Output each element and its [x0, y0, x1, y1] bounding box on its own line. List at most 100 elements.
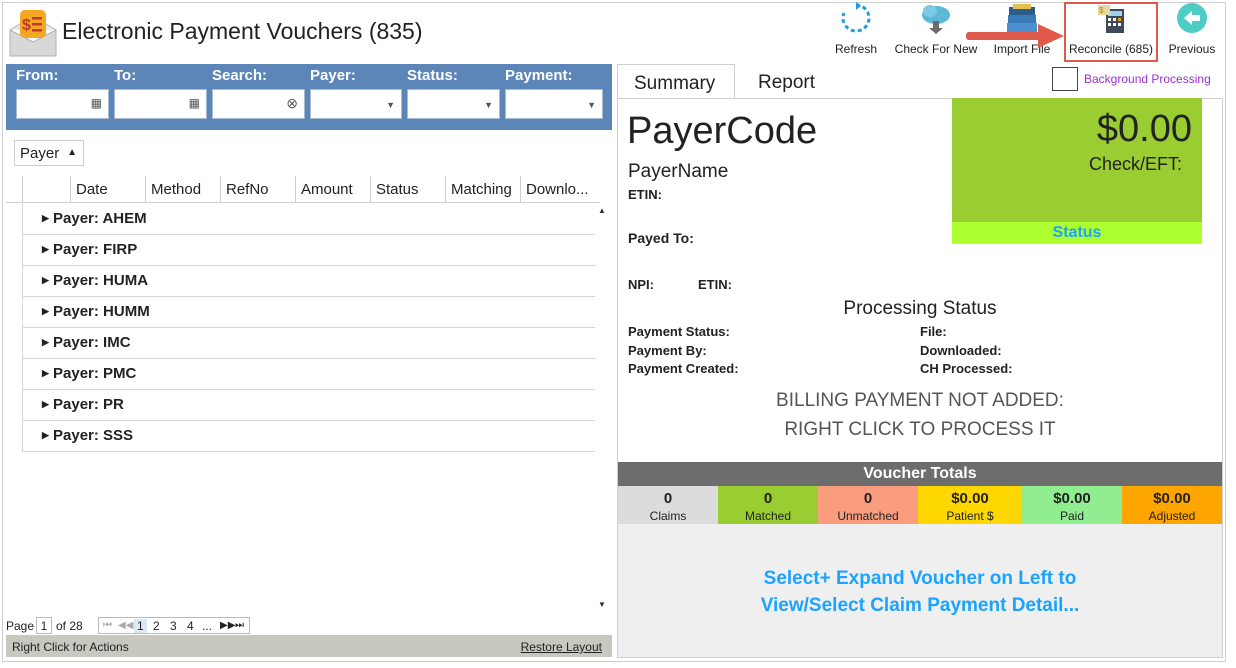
expand-icon[interactable]: ▶ [42, 213, 49, 224]
check-eft-label: Check/EFT: [1088, 154, 1182, 174]
reconcile-label: Reconcile (685) [1068, 42, 1154, 56]
total-matched: 0 Matched [718, 486, 818, 524]
total-patient: $0.00 Patient $ [918, 486, 1022, 524]
to-label: To: [114, 67, 137, 84]
scroll-up-icon[interactable]: ▲ [598, 206, 606, 215]
page-link-4[interactable]: 4 [187, 619, 194, 633]
pager: Page 1 of 28 ⏮ ◀◀ 1 2 3 4 ... ▶▶ ⏭ [6, 617, 306, 635]
payment-label: Payment: [505, 67, 573, 84]
app-logo-icon: $ [8, 8, 58, 58]
refresh-label: Refresh [834, 42, 878, 56]
restore-layout-link[interactable]: Restore Layout [521, 640, 602, 654]
column-refno[interactable]: RefNo [220, 176, 295, 202]
grid-scrollbar[interactable]: ▲ ▼ [596, 204, 610, 616]
pager-of-label: of 28 [56, 619, 83, 633]
table-row[interactable]: ▶ Payer: IMC [22, 328, 595, 359]
grid-column-indicator[interactable] [22, 176, 70, 202]
ch-processed-label: CH Processed: [920, 361, 1013, 376]
voucher-totals-header: Voucher Totals [618, 462, 1222, 486]
right-click-hint: Right Click for Actions [12, 640, 129, 654]
scroll-down-icon[interactable]: ▼ [598, 600, 606, 609]
total-unmatched: 0 Unmatched [818, 486, 918, 524]
processing-status-title: Processing Status [843, 298, 997, 319]
payed-to-label: Payed To: [628, 230, 694, 246]
svg-text:$: $ [1099, 6, 1104, 15]
prev-page-icon[interactable]: ◀◀ [118, 620, 133, 631]
table-row[interactable]: ▶ Payer: HUMM [22, 297, 595, 328]
expand-icon[interactable]: ▶ [42, 306, 49, 317]
expand-icon[interactable]: ▶ [42, 244, 49, 255]
back-arrow-icon [1175, 1, 1209, 38]
status-label: Status: [407, 67, 458, 84]
previous-label: Previous [1168, 42, 1216, 56]
payer-code: PayerCode [627, 110, 818, 152]
table-row[interactable]: ▶ Payer: FIRP [22, 235, 595, 266]
column-method[interactable]: Method [145, 176, 220, 202]
billing-message: BILLING PAYMENT NOT ADDED: RIGHT CLICK T… [617, 386, 1223, 444]
reconcile-button[interactable]: $ Reconcile (685) [1064, 2, 1158, 62]
total-paid: $0.00 Paid [1022, 486, 1122, 524]
background-processing-checkbox[interactable] [1052, 67, 1078, 91]
refresh-button[interactable]: Refresh [832, 2, 880, 62]
clear-icon[interactable]: ⊗ [286, 95, 298, 112]
expand-icon[interactable]: ▶ [42, 337, 49, 348]
payment-select[interactable]: ▼ [505, 89, 603, 119]
table-row[interactable]: ▶ Payer: HUMA [22, 266, 595, 297]
payment-status-label: Payment Status: [628, 324, 730, 339]
last-page-icon[interactable]: ⏭ [235, 620, 244, 631]
etin-label-2: ETIN: [698, 277, 732, 292]
background-processing-label[interactable]: Background Processing [1084, 72, 1211, 86]
search-input[interactable]: ⊗ [212, 89, 305, 119]
billing-message-line2: RIGHT CLICK TO PROCESS IT [784, 419, 1056, 440]
page-link-3[interactable]: 3 [170, 619, 177, 633]
page-link-1[interactable]: 1 [134, 619, 147, 633]
column-status[interactable]: Status [370, 176, 445, 202]
grid-header: Date Method RefNo Amount Status Matching… [6, 176, 600, 203]
calendar-icon[interactable]: ▦ [189, 96, 200, 110]
payer-group-list: ▶ Payer: AHEM ▶ Payer: FIRP ▶ Payer: HUMA ▶… [22, 204, 595, 452]
page-link-more[interactable]: ... [202, 619, 212, 633]
page-number-input[interactable]: 1 [36, 617, 52, 634]
expand-icon[interactable]: ▶ [42, 275, 49, 286]
tab-summary[interactable]: Summary [617, 64, 735, 98]
column-amount[interactable]: Amount [295, 176, 370, 202]
page-link-2[interactable]: 2 [153, 619, 160, 633]
expand-icon[interactable]: ▶ [42, 430, 49, 441]
filter-bar: From: To: Search: Payer: Status: Payment… [6, 64, 612, 130]
tab-report[interactable]: Report [742, 64, 838, 98]
column-downloaded[interactable]: Downlo... [520, 176, 600, 202]
from-label: From: [16, 67, 59, 84]
status-bar: Right Click for Actions Restore Layout [6, 635, 612, 657]
table-row[interactable]: ▶ Payer: AHEM [22, 204, 595, 235]
next-page-icon[interactable]: ▶▶ [220, 620, 235, 631]
total-adjusted: $0.00 Adjusted [1122, 486, 1222, 524]
column-matching[interactable]: Matching [445, 176, 520, 202]
cloud-download-icon [919, 1, 953, 38]
expand-icon[interactable]: ▶ [42, 368, 49, 379]
npi-label: NPI: [628, 277, 654, 292]
check-amount-value: $0.00 [1096, 108, 1192, 150]
expand-icon[interactable]: ▶ [42, 399, 49, 410]
payer-select[interactable]: ▼ [310, 89, 402, 119]
expand-voucher-hint: Select+ Expand Voucher on Left to View/S… [618, 565, 1222, 619]
column-date[interactable]: Date [70, 176, 145, 202]
group-by-payer-chip[interactable]: Payer ▲ [14, 140, 84, 166]
from-date-input[interactable]: ▦ [16, 89, 109, 119]
payment-by-label: Payment By: [628, 343, 707, 358]
status-select[interactable]: ▼ [407, 89, 500, 119]
billing-message-line1: BILLING PAYMENT NOT ADDED: [776, 390, 1064, 411]
downloaded-label: Downloaded: [920, 343, 1002, 358]
table-row[interactable]: ▶ Payer: PR [22, 390, 595, 421]
chevron-down-icon: ▼ [587, 100, 596, 110]
table-row[interactable]: ▶ Payer: SSS [22, 421, 595, 452]
group-chip-label: Payer [20, 145, 60, 162]
table-row[interactable]: ▶ Payer: PMC [22, 359, 595, 390]
etin-label: ETIN: [628, 187, 662, 202]
chevron-down-icon: ▼ [484, 100, 493, 110]
hint-line2: View/Select Claim Payment Detail... [760, 595, 1080, 616]
to-date-input[interactable]: ▦ [114, 89, 207, 119]
first-page-icon[interactable]: ⏮ [103, 620, 112, 631]
calendar-icon[interactable]: ▦ [91, 96, 102, 110]
app-title: Electronic Payment Vouchers (835) [62, 18, 423, 44]
previous-button[interactable]: Previous [1166, 1, 1218, 62]
